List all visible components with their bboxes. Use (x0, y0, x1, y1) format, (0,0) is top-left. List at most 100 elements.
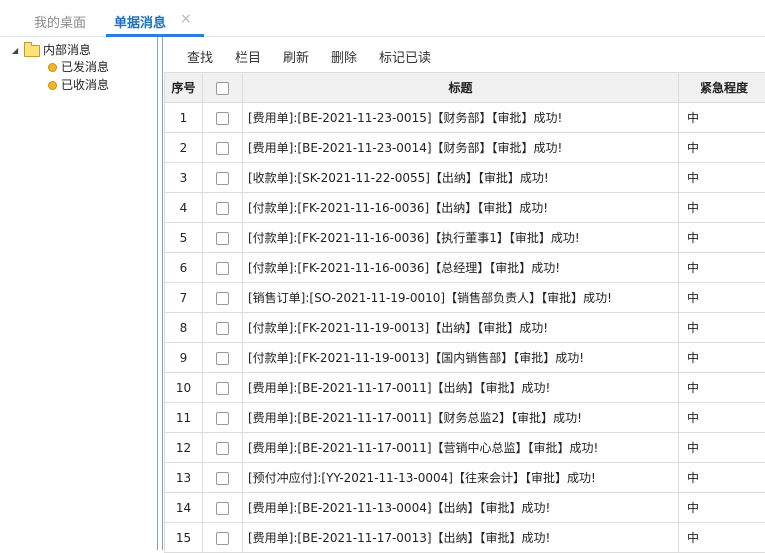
row-checkbox[interactable] (216, 232, 229, 245)
select-all-checkbox[interactable] (216, 82, 229, 95)
row-title[interactable]: [销售订单]:[SO-2021-11-19-0010]【销售部负责人】【审批】成… (243, 283, 679, 313)
close-icon[interactable]: × (180, 11, 192, 27)
row-number: 5 (165, 223, 203, 253)
expand-triangle-icon[interactable]: ◢ (12, 42, 24, 60)
table-row[interactable]: 2[费用单]:[BE-2021-11-23-0014]【财务部】【审批】成功!中 (165, 133, 765, 163)
table-header-row: 序号 标题 紧急程度 (165, 73, 765, 103)
row-title[interactable]: [费用单]:[BE-2021-11-13-0004]【出纳】【审批】成功! (243, 493, 679, 523)
tree-node-internal-messages[interactable]: ◢ 内部消息 (12, 41, 91, 59)
row-checkbox[interactable] (216, 502, 229, 515)
tree-node-label: 内部消息 (43, 43, 91, 57)
table-row[interactable]: 10[费用单]:[BE-2021-11-17-0011]【出纳】【审批】成功!中 (165, 373, 765, 403)
row-checkbox[interactable] (216, 262, 229, 275)
table-row[interactable]: 14 [费用单]:[BE-2021-11-13-0004]【出纳】【审批】成功!中 (165, 493, 765, 523)
row-checkbox[interactable] (216, 532, 229, 545)
row-checkbox-cell (203, 343, 243, 373)
tree-node-received-messages[interactable]: 已收消息 (48, 76, 109, 94)
tree-node-sent-messages[interactable]: 已发消息 (48, 58, 109, 76)
table-row[interactable]: 8[付款单]:[FK-2021-11-19-0013]【出纳】【审批】成功!中 (165, 313, 765, 343)
row-title[interactable]: [费用单]:[BE-2021-11-17-0011]【财务总监2】【审批】成功! (243, 403, 679, 433)
row-checkbox-cell (203, 403, 243, 433)
refresh-button[interactable]: 刷新 (283, 47, 309, 66)
row-checkbox-cell (203, 463, 243, 493)
row-title[interactable]: [费用单]:[BE-2021-11-17-0013]【出纳】【审批】成功! (243, 523, 679, 553)
row-checkbox-cell (203, 373, 243, 403)
row-checkbox[interactable] (216, 382, 229, 395)
row-checkbox-cell (203, 103, 243, 133)
row-title[interactable]: [付款单]:[FK-2021-11-19-0013]【出纳】【审批】成功! (243, 313, 679, 343)
row-title[interactable]: [费用单]:[BE-2021-11-17-0011]【出纳】【审批】成功! (243, 373, 679, 403)
table-row[interactable]: 6 [付款单]:[FK-2021-11-16-0036]【总经理】【审批】成功!中 (165, 253, 765, 283)
row-checkbox-cell (203, 223, 243, 253)
columns-button[interactable]: 栏目 (235, 47, 261, 66)
row-title[interactable]: [付款单]:[FK-2021-11-19-0013]【国内销售部】【审批】成功! (243, 343, 679, 373)
row-checkbox[interactable] (216, 172, 229, 185)
row-checkbox-cell (203, 493, 243, 523)
row-number: 13 (165, 463, 203, 493)
tree-node-label: 已发消息 (61, 60, 109, 74)
mark-read-button[interactable]: 标记已读 (379, 47, 431, 66)
tab-document-messages[interactable]: 单据消息 (114, 12, 166, 31)
row-urgency: 中 (679, 283, 765, 313)
bullet-icon (48, 81, 57, 90)
header-select-all (203, 73, 243, 103)
row-urgency: 中 (679, 403, 765, 433)
table-row[interactable]: 12[费用单]:[BE-2021-11-17-0011]【营销中心总监】【审批】… (165, 433, 765, 463)
row-checkbox[interactable] (216, 202, 229, 215)
tab-bar: 我的桌面 单据消息 × (0, 0, 765, 37)
row-title[interactable]: [费用单]:[BE-2021-11-17-0011]【营销中心总监】【审批】成功… (243, 433, 679, 463)
table-row[interactable]: 4[付款单]:[FK-2021-11-16-0036]【出纳】【审批】成功!中 (165, 193, 765, 223)
row-number: 11 (165, 403, 203, 433)
table-row[interactable]: 15 [费用单]:[BE-2021-11-17-0013]【出纳】【审批】成功!中 (165, 523, 765, 553)
row-number: 2 (165, 133, 203, 163)
row-title[interactable]: [收款单]:[SK-2021-11-22-0055]【出纳】【审批】成功! (243, 163, 679, 193)
row-number: 7 (165, 283, 203, 313)
row-number: 10 (165, 373, 203, 403)
panel-splitter[interactable] (157, 37, 163, 550)
row-checkbox-cell (203, 193, 243, 223)
row-title[interactable]: [付款单]:[FK-2021-11-16-0036]【总经理】【审批】成功! (243, 253, 679, 283)
row-urgency: 中 (679, 253, 765, 283)
message-table: 序号 标题 紧急程度 1[费用单]:[BE-2021-11-23-0015]【财… (164, 72, 765, 553)
row-title[interactable]: [费用单]:[BE-2021-11-23-0015]【财务部】【审批】成功! (243, 103, 679, 133)
table-row[interactable]: 11 [费用单]:[BE-2021-11-17-0011]【财务总监2】【审批】成… (165, 403, 765, 433)
row-checkbox-cell (203, 133, 243, 163)
tab-my-desktop[interactable]: 我的桌面 (34, 12, 86, 31)
table-row[interactable]: 7 [销售订单]:[SO-2021-11-19-0010]【销售部负责人】【审批】… (165, 283, 765, 313)
table-row[interactable]: 3 [收款单]:[SK-2021-11-22-0055]【出纳】【审批】成功!中 (165, 163, 765, 193)
row-checkbox-cell (203, 523, 243, 553)
row-number: 3 (165, 163, 203, 193)
row-title[interactable]: [付款单]:[FK-2021-11-16-0036]【执行董事1】【审批】成功! (243, 223, 679, 253)
row-checkbox[interactable] (216, 472, 229, 485)
row-checkbox-cell (203, 433, 243, 463)
row-checkbox[interactable] (216, 412, 229, 425)
table-row[interactable]: 5 [付款单]:[FK-2021-11-16-0036]【执行董事1】【审批】成功… (165, 223, 765, 253)
row-checkbox[interactable] (216, 112, 229, 125)
row-urgency: 中 (679, 103, 765, 133)
row-title[interactable]: [付款单]:[FK-2021-11-16-0036]【出纳】【审批】成功! (243, 193, 679, 223)
header-title[interactable]: 标题 (243, 73, 679, 103)
delete-button[interactable]: 删除 (331, 47, 357, 66)
row-urgency: 中 (679, 163, 765, 193)
row-number: 6 (165, 253, 203, 283)
row-urgency: 中 (679, 463, 765, 493)
row-title[interactable]: [费用单]:[BE-2021-11-23-0014]【财务部】【审批】成功! (243, 133, 679, 163)
row-number: 15 (165, 523, 203, 553)
row-checkbox[interactable] (216, 352, 229, 365)
row-number: 14 (165, 493, 203, 523)
row-checkbox[interactable] (216, 142, 229, 155)
row-checkbox[interactable] (216, 292, 229, 305)
row-urgency: 中 (679, 523, 765, 553)
table-row[interactable]: 1[费用单]:[BE-2021-11-23-0015]【财务部】【审批】成功!中 (165, 103, 765, 133)
row-checkbox-cell (203, 313, 243, 343)
row-urgency: 中 (679, 223, 765, 253)
table-row[interactable]: 9[付款单]:[FK-2021-11-19-0013]【国内销售部】【审批】成功… (165, 343, 765, 373)
row-urgency: 中 (679, 493, 765, 523)
row-checkbox[interactable] (216, 442, 229, 455)
search-button[interactable]: 查找 (187, 47, 213, 66)
row-checkbox[interactable] (216, 322, 229, 335)
row-urgency: 中 (679, 433, 765, 463)
row-title[interactable]: [预付冲应付]:[YY-2021-11-13-0004]【往来会计】【审批】成功… (243, 463, 679, 493)
table-row[interactable]: 13 [预付冲应付]:[YY-2021-11-13-0004]【往来会计】【审批】… (165, 463, 765, 493)
header-urgency[interactable]: 紧急程度 (679, 73, 765, 103)
